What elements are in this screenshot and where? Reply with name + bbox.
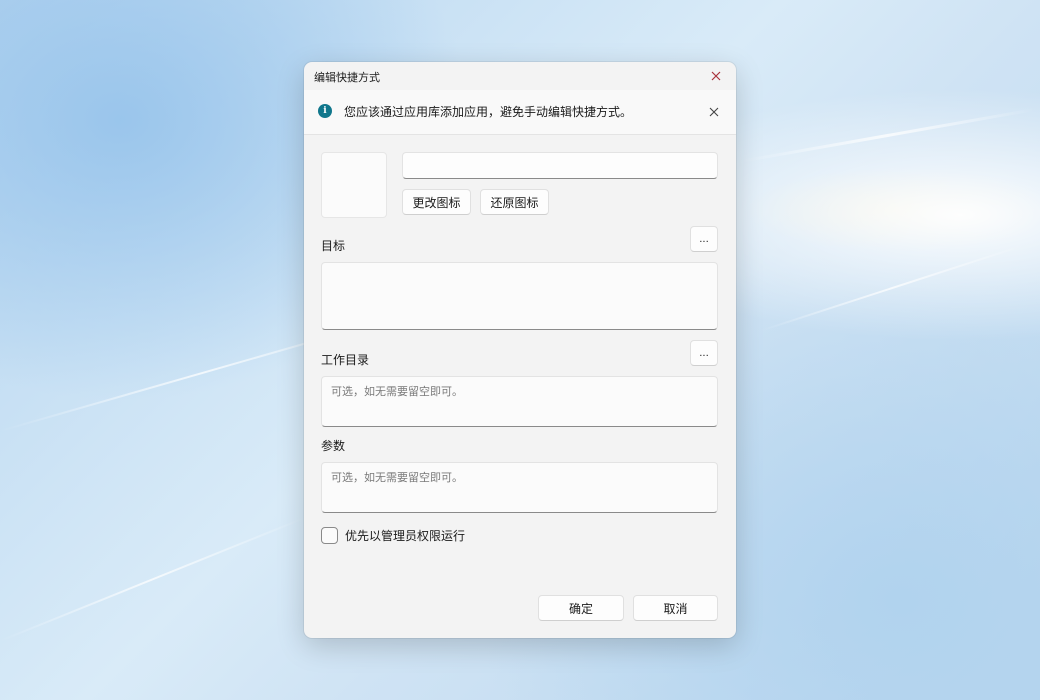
wallpaper-streak [739,107,1036,163]
ok-button[interactable]: 确定 [538,595,624,621]
run-as-admin-label[interactable]: 优先以管理员权限运行 [345,527,465,544]
dialog-titlebar: 编辑快捷方式 [304,62,736,90]
arguments-input[interactable]: 可选，如无需要留空即可。 [321,462,718,513]
target-input[interactable] [321,262,718,330]
wallpaper-streak [0,516,307,642]
run-as-admin-checkbox[interactable] [321,527,338,544]
target-label: 目标 [321,239,346,253]
info-bar: i 您应该通过应用库添加应用，避免手动编辑快捷方式。 [304,90,736,135]
shortcut-name-input[interactable] [402,152,718,179]
change-icon-button[interactable]: 更改图标 [402,189,471,215]
close-icon [711,71,721,81]
shortcut-icon-preview [321,152,387,218]
close-icon [709,107,719,117]
dialog-title: 编辑快捷方式 [314,71,380,84]
restore-icon-button[interactable]: 还原图标 [480,189,549,215]
dialog-close-button[interactable] [704,66,728,86]
edit-shortcut-dialog: 编辑快捷方式 i 您应该通过应用库添加应用，避免手动编辑快捷方式。 更改图标 还… [304,62,736,638]
cancel-button[interactable]: 取消 [633,595,718,621]
working-dir-label: 工作目录 [321,353,370,367]
info-bar-close-button[interactable] [704,102,724,122]
working-dir-input[interactable]: 可选，如无需要留空即可。 [321,376,718,427]
arguments-label: 参数 [321,439,346,453]
info-message: 您应该通过应用库添加应用，避免手动编辑快捷方式。 [344,105,633,119]
working-dir-browse-button[interactable]: ... [690,340,718,366]
info-icon: i [318,104,332,118]
target-browse-button[interactable]: ... [690,226,718,252]
wallpaper-streak [759,243,1027,332]
